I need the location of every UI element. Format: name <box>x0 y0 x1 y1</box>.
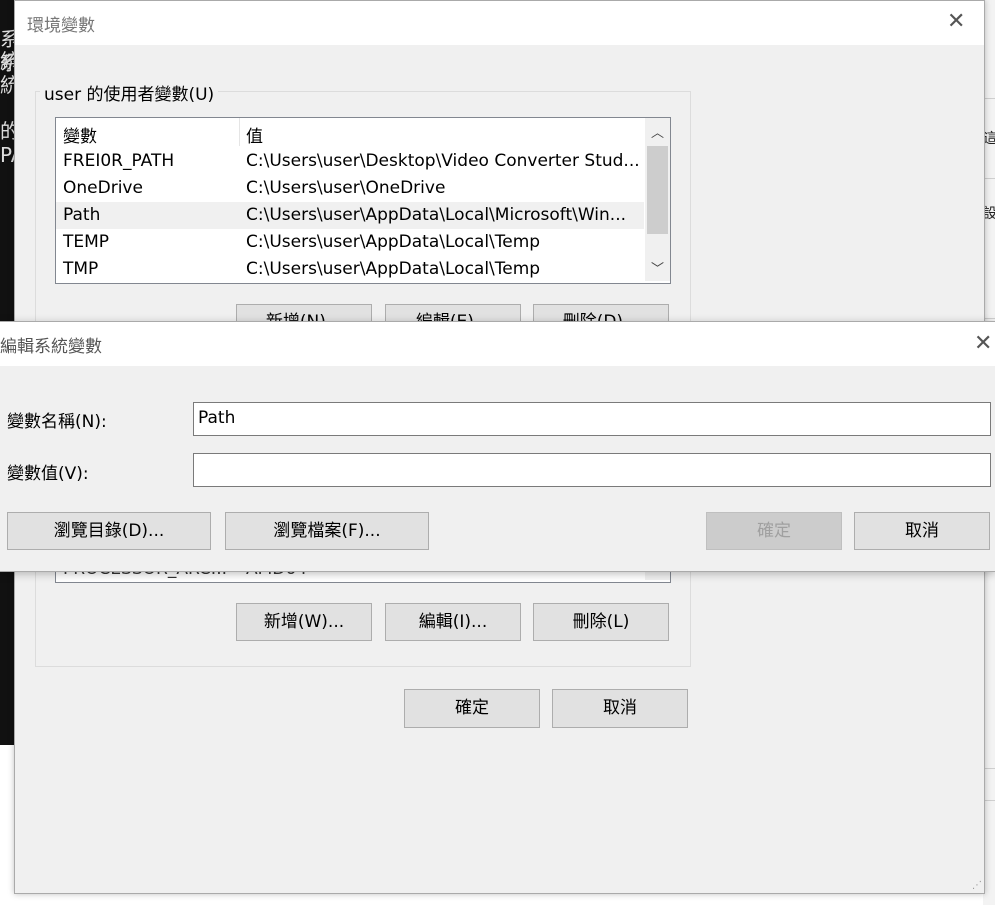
variable-value-label: 變數值(V): <box>7 464 89 484</box>
close-icon[interactable]: ✕ <box>974 331 992 356</box>
variable-name: TEMP <box>63 232 110 252</box>
list-item[interactable]: TMP C:\Users\user\AppData\Local\Temp <box>56 256 644 283</box>
list-item[interactable]: TEMP C:\Users\user\AppData\Local\Temp <box>56 229 644 256</box>
scroll-down-icon[interactable]: ﹀ <box>645 258 670 277</box>
system-edit-button[interactable]: 編輯(I)... <box>385 603 521 641</box>
cancel-button[interactable]: 取消 <box>854 512 990 550</box>
variable-value: C:\Users\user\AppData\Local\Temp <box>246 259 541 279</box>
list-item-selected[interactable]: Path C:\Users\user\AppData\Local\Microso… <box>56 202 644 229</box>
ok-button[interactable]: 確定 <box>404 689 540 728</box>
browse-file-button[interactable]: 瀏覽檔案(F)... <box>225 512 429 550</box>
dialog-title: 編輯系統變數 <box>0 337 102 357</box>
variable-name: Path <box>63 205 101 225</box>
system-new-button[interactable]: 新增(W)... <box>236 603 372 641</box>
variable-value: C:\Users\user\AppData\Local\Microsoft\Wi… <box>246 205 627 225</box>
close-icon[interactable]: ✕ <box>947 9 965 34</box>
variable-name-field[interactable]: Path <box>193 402 991 436</box>
ok-button[interactable]: 確定 <box>706 512 842 550</box>
variable-value: C:\Users\user\OneDrive <box>246 178 446 198</box>
vertical-scrollbar[interactable]: ︿ ﹀ <box>645 118 670 281</box>
column-divider[interactable] <box>239 118 240 146</box>
variable-name: FREI0R_PATH <box>63 151 175 171</box>
variable-value: C:\Users\user\AppData\Local\Temp <box>246 232 541 252</box>
system-delete-button[interactable]: 刪除(L) <box>533 603 669 641</box>
variable-value-field[interactable] <box>193 453 991 487</box>
edit-system-variable-dialog: 編輯系統變數 ✕ 變數名稱(N): Path 變數值(V): 瀏覽目錄(D)..… <box>0 321 995 572</box>
dialog-titlebar: 編輯系統變數 ✕ <box>0 322 995 366</box>
variable-name-label: 變數名稱(N): <box>7 412 107 432</box>
user-variables-label: user 的使用者變數(U) <box>40 80 219 105</box>
scroll-up-icon[interactable]: ︿ <box>645 122 670 141</box>
column-header-variable[interactable]: 變數 <box>63 122 97 147</box>
dialog-title: 環境變數 <box>27 16 95 36</box>
column-header-value[interactable]: 值 <box>246 122 263 147</box>
resize-grip-icon[interactable]: ⋰ <box>972 880 982 891</box>
variable-name: TMP <box>63 259 99 279</box>
cancel-button[interactable]: 取消 <box>552 689 688 728</box>
list-item[interactable]: FREI0R_PATH C:\Users\user\Desktop\Video … <box>56 148 644 175</box>
variable-value: C:\Users\user\Desktop\Video Converter St… <box>246 151 640 171</box>
user-variables-list[interactable]: 變數 值 FREI0R_PATH C:\Users\user\Desktop\V… <box>55 117 671 284</box>
browse-directory-button[interactable]: 瀏覽目錄(D)... <box>7 512 211 550</box>
dialog-titlebar: 環境變數 ✕ <box>15 1 984 45</box>
list-item[interactable]: OneDrive C:\Users\user\OneDrive <box>56 175 644 202</box>
scrollbar-thumb[interactable] <box>647 146 668 234</box>
list-header: 變數 值 <box>56 118 644 147</box>
variable-name: OneDrive <box>63 178 143 198</box>
